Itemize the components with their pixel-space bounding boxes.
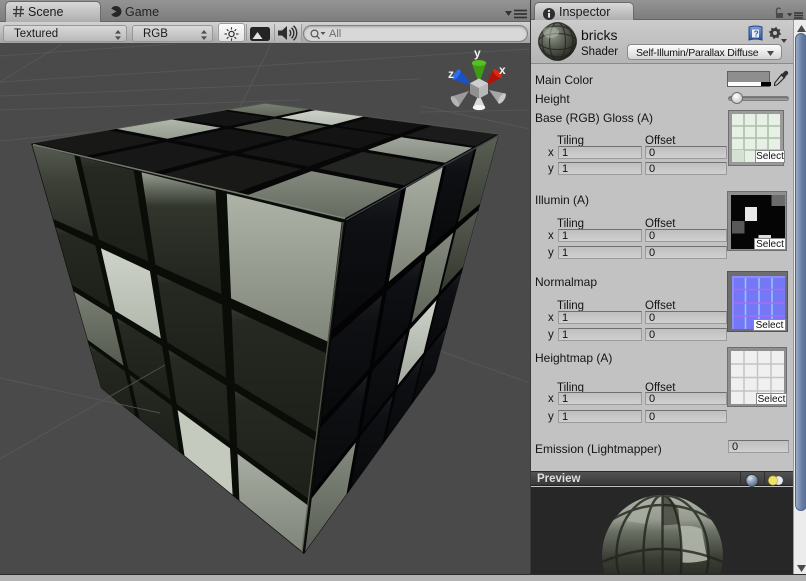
svg-text:y: y — [474, 46, 481, 60]
svg-text:x: x — [499, 63, 506, 77]
svg-text:?: ? — [754, 30, 759, 39]
svg-text:z: z — [448, 67, 454, 81]
